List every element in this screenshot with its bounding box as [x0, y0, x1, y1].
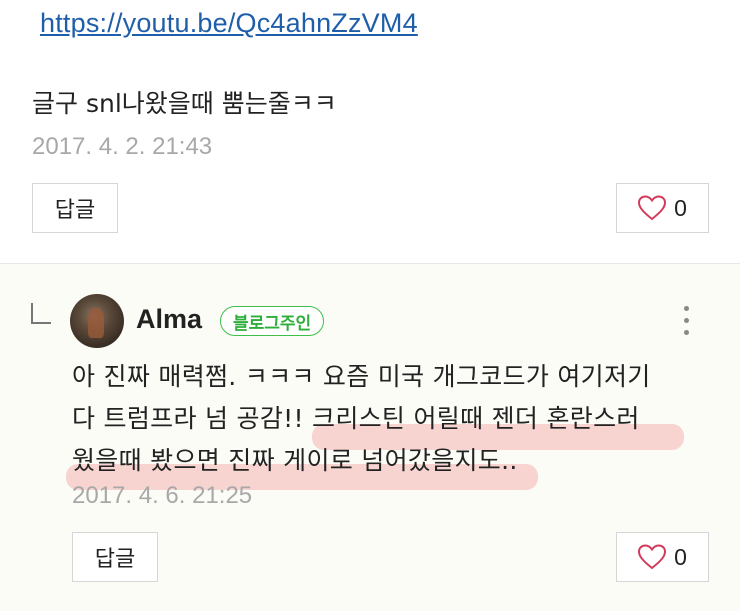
reply-button-label: 답글: [94, 547, 136, 572]
owner-badge: 블로그주인: [220, 306, 325, 336]
reply-timestamp: 2017. 4. 6. 21:25: [72, 482, 253, 509]
like-button[interactable]: 0: [616, 183, 709, 233]
reply-text: 아 진짜 매력쩜. ㅋㅋㅋ 요즘 미국 개그코드가 여기저기 다 트럼프라 넘 …: [72, 356, 712, 482]
reply-arrow-icon: [31, 303, 51, 324]
like-count: 0: [674, 543, 687, 570]
reply-text-line: 다 트럼프라 넘 공감!! 크리스틴 어릴때 젠더 혼란스러: [72, 404, 640, 433]
more-vertical-icon[interactable]: [681, 306, 691, 342]
heart-icon: [638, 544, 667, 570]
avatar[interactable]: [70, 294, 124, 348]
reply-button-label: 답글: [54, 198, 96, 223]
like-count: 0: [674, 194, 687, 221]
author-name[interactable]: Alma: [136, 304, 202, 335]
reply-text-line: 웠을때 봤으면 진짜 게이로 넘어갔을지도..: [72, 446, 518, 475]
comment-timestamp: 2017. 4. 2. 21:43: [32, 133, 213, 160]
like-button[interactable]: 0: [616, 532, 709, 582]
youtube-link[interactable]: https://youtu.be/Qc4ahnZzVM4: [40, 8, 418, 39]
heart-icon: [638, 195, 667, 221]
reply-button[interactable]: 답글: [32, 183, 118, 233]
comment-text: 글구 snl나왔을때 뿜는줄ㅋㅋ: [32, 89, 337, 118]
reply-text-line: 아 진짜 매력쩜. ㅋㅋㅋ 요즘 미국 개그코드가 여기저기: [72, 362, 651, 391]
reply-button[interactable]: 답글: [72, 532, 158, 582]
